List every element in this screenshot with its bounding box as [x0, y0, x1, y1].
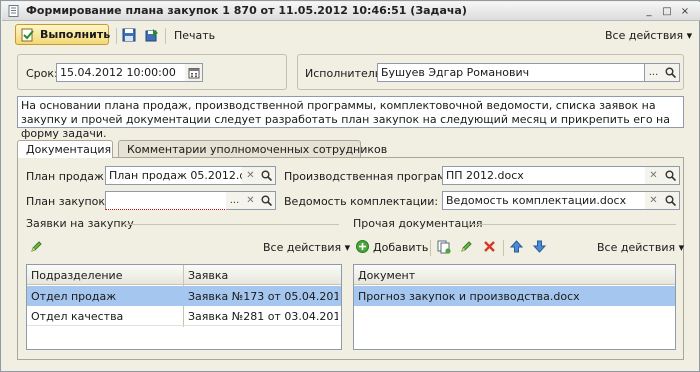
executor-select-button[interactable]: ... [645, 63, 663, 82]
sales-plan-label: План продаж: [26, 170, 108, 183]
other-docs-all-actions-menu[interactable]: Все действия ▾ [597, 241, 684, 254]
column-header-department[interactable]: Подразделение [31, 269, 122, 282]
executor-input[interactable]: Бушуев Эдгар Романович [377, 63, 645, 82]
minimize-button[interactable]: _ [642, 5, 656, 18]
requests-section-title: Заявки на закупку [26, 217, 134, 230]
kit-statement-label: Ведомость комплектации: [284, 195, 439, 208]
sales-plan-open-button[interactable] [258, 166, 276, 185]
document-icon [8, 5, 19, 17]
toolbar-separator [165, 28, 166, 44]
production-program-clear-button[interactable]: ✕ [645, 166, 663, 185]
task-description: На основании плана продаж, производствен… [17, 96, 684, 140]
ellipsis-icon: ... [648, 67, 659, 78]
cell-request: Заявка №281 от 03.04.2012 ... [188, 310, 338, 323]
task-window: Формирование плана закупок 1 870 от 11.0… [0, 0, 700, 372]
purchase-plan-label: План закупок: [26, 195, 109, 208]
sales-plan-input[interactable]: План продаж 05.2012.doc [105, 166, 243, 185]
cell-document: Прогноз закупок и производства.docx [358, 290, 580, 303]
section-divider [123, 224, 339, 225]
search-icon [665, 170, 677, 182]
search-icon [665, 195, 677, 207]
move-up-icon[interactable] [510, 240, 523, 253]
add-document-label: Добавить [373, 241, 429, 254]
deadline-label: Срок: [26, 67, 58, 80]
executor-open-button[interactable] [662, 63, 680, 82]
tab-documentation[interactable]: Документация [17, 140, 113, 158]
search-icon [261, 170, 273, 182]
section-divider [468, 224, 676, 225]
close-button[interactable]: × [678, 5, 692, 18]
clear-icon: ✕ [246, 195, 255, 206]
column-header-request[interactable]: Заявка [188, 269, 228, 282]
calendar-button[interactable] [185, 63, 203, 82]
add-document-button[interactable]: Добавить [354, 238, 429, 255]
copy-icon[interactable] [437, 240, 451, 254]
add-icon [356, 240, 369, 253]
clear-icon: ✕ [246, 170, 255, 181]
other-docs-section-title: Прочая документация [353, 217, 483, 230]
clear-icon: ✕ [649, 195, 658, 206]
production-program-open-button[interactable] [662, 166, 680, 185]
all-actions-menu[interactable]: Все действия ▾ [605, 29, 692, 42]
toolbar-separator [116, 28, 117, 44]
search-icon [665, 67, 677, 79]
purchase-plan-open-button[interactable] [258, 191, 276, 210]
kit-statement-open-button[interactable] [662, 191, 680, 210]
executor-label: Исполнитель: [305, 67, 385, 80]
delete-icon[interactable] [483, 240, 496, 253]
maximize-button[interactable]: □ [660, 5, 674, 18]
column-header-document[interactable]: Документ [358, 269, 415, 282]
save-and-close-icon[interactable] [145, 28, 159, 42]
cell-department: Отдел продаж [31, 290, 117, 303]
title-bar: Формирование плана закупок 1 870 от 11.0… [2, 2, 700, 21]
edit-icon[interactable] [30, 240, 43, 253]
purchase-plan-input[interactable] [105, 191, 227, 210]
print-button[interactable]: Печать [174, 29, 215, 42]
window-title: Формирование плана закупок 1 870 от 11.0… [26, 4, 467, 17]
kit-statement-clear-button[interactable]: ✕ [645, 191, 663, 210]
calendar-icon [188, 68, 199, 79]
save-icon[interactable] [122, 28, 136, 42]
production-program-label: Производственная программа: [284, 170, 465, 183]
cell-department: Отдел качества [31, 310, 124, 323]
execute-task-icon [21, 28, 34, 42]
deadline-input[interactable]: 15.04.2012 10:00:00 [56, 63, 186, 82]
run-button[interactable]: Выполнить [15, 24, 111, 45]
ellipsis-icon: ... [229, 195, 240, 206]
run-button-label: Выполнить [40, 28, 111, 41]
toolbar-separator [430, 240, 431, 256]
tab-comments[interactable]: Комментарии уполномоченных сотрудников [118, 140, 387, 157]
clear-icon: ✕ [649, 170, 658, 181]
requests-all-actions-menu[interactable]: Все действия ▾ [263, 241, 350, 254]
toolbar-separator [503, 240, 504, 256]
kit-statement-input[interactable]: Ведомость комплектации.docx [442, 191, 646, 210]
production-program-input[interactable]: ПП 2012.docx [442, 166, 646, 185]
move-down-icon[interactable] [533, 240, 546, 253]
cell-request: Заявка №173 от 05.04.2012 ... [188, 290, 338, 303]
search-icon [261, 195, 273, 207]
edit-icon[interactable] [460, 240, 473, 253]
